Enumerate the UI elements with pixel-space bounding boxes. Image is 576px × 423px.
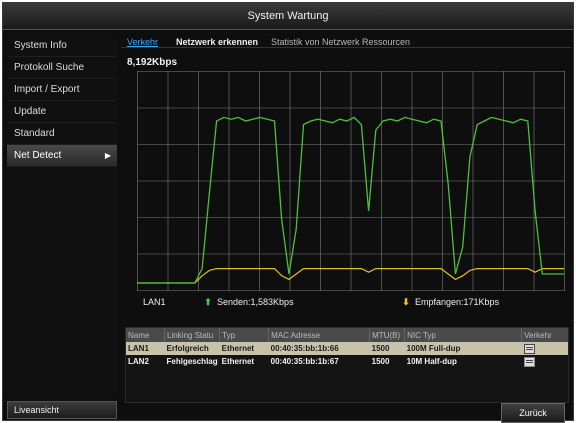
traffic-view-icon[interactable]: [523, 356, 535, 367]
legend-interface: LAN1: [143, 297, 166, 307]
back-button[interactable]: Zurück: [501, 403, 565, 423]
table-row[interactable]: LAN2 Fehlgeschlag Ethernet 00:40:35:bb:1…: [126, 355, 568, 368]
cell-traffic: [522, 355, 568, 368]
column-header: Typ: [219, 328, 270, 342]
traffic-graph: [137, 71, 565, 291]
sidebar-item-import-export[interactable]: Import / Export: [7, 79, 117, 101]
graph-grid: [137, 71, 565, 291]
column-header: Verkehr: [521, 328, 568, 342]
live-view-button[interactable]: Liveansicht: [7, 401, 117, 419]
sidebar-item-label: System Info: [14, 40, 67, 51]
sidebar-item-label: Import / Export: [14, 84, 80, 95]
sidebar: System Info Protokoll Suche Import / Exp…: [7, 35, 117, 397]
legend-send-text: Senden:1,583Kbps: [217, 297, 294, 307]
traffic-view-icon[interactable]: [523, 343, 535, 354]
cell-mac: 00:40:35:bb:1b:67: [270, 357, 339, 366]
interface-table: Name Linking Statu Typ MAC Adresse MTU(B…: [125, 327, 569, 403]
arrow-down-icon: ⬇: [402, 297, 410, 307]
sidebar-item-update[interactable]: Update: [7, 101, 117, 123]
tab-network-detect[interactable]: Netzwerk erkennen: [176, 37, 258, 47]
sidebar-item-system-info[interactable]: System Info: [7, 35, 117, 57]
send-series-line: [137, 116, 564, 284]
cell-nic: 100M Full-dup: [404, 342, 522, 355]
table-row[interactable]: LAN1 Erfolgreich Ethernet 00:40:35:bb:1b…: [126, 342, 568, 355]
sidebar-item-label: Standard: [14, 128, 55, 139]
cell-traffic: [521, 342, 568, 355]
tab-bar: Verkehr Netzwerk erkennen Statistik von …: [121, 35, 571, 51]
sidebar-item-label: Protokoll Suche: [14, 62, 85, 73]
window-title: System Wartung: [3, 3, 573, 30]
sidebar-item-net-detect[interactable]: Net Detect ▶: [7, 145, 117, 167]
cell-mtu: 1500: [371, 357, 390, 366]
tab-network-resource-statistics[interactable]: Statistik von Netzwerk Ressourcen: [271, 37, 410, 47]
cell-type: Ethernet: [221, 357, 255, 366]
system-maintenance-window: System Wartung System Info Protokoll Suc…: [2, 2, 574, 423]
column-header: Linking Statu: [164, 328, 221, 342]
sidebar-item-label: Net Detect: [14, 150, 62, 161]
cell-name: LAN2: [128, 357, 149, 366]
sidebar-item-default[interactable]: Standard: [7, 123, 117, 145]
graph-legend: LAN1 ⬆ Senden:1,583Kbps ⬇ Empfangen:171Kbp…: [137, 297, 565, 311]
legend-receive-text: Empfangen:171Kbps: [415, 297, 500, 307]
tab-traffic[interactable]: Verkehr: [127, 37, 158, 47]
cell-mac: 00:40:35:bb:1b:66: [268, 342, 370, 355]
column-header: MAC Adresse: [268, 328, 371, 342]
graph-max-label: 8,192Kbps: [127, 57, 178, 68]
legend-send: ⬆ Senden:1,583Kbps: [203, 297, 294, 308]
cell-mtu: 1500: [369, 342, 405, 355]
sidebar-item-log-search[interactable]: Protokoll Suche: [7, 57, 117, 79]
interface-table-grid: Name Linking Statu Typ MAC Adresse MTU(B…: [126, 328, 568, 368]
tab-divider: [121, 47, 571, 48]
arrow-up-icon: ⬆: [204, 297, 212, 307]
column-header: NIC Typ: [404, 328, 523, 342]
cell-type: Ethernet: [219, 342, 269, 355]
cell-status: Fehlgeschlag: [166, 357, 218, 366]
column-header: Name: [126, 328, 165, 342]
cell-name: LAN1: [126, 342, 165, 355]
content-panel: Verkehr Netzwerk erkennen Statistik von …: [121, 35, 571, 423]
cell-status: Erfolgreich: [164, 342, 220, 355]
sidebar-item-label: Update: [14, 106, 47, 117]
chevron-right-icon: ▶: [104, 151, 111, 160]
column-header: MTU(B): [369, 328, 406, 342]
legend-receive: ⬇ Empfangen:171Kbps: [401, 297, 499, 308]
table-header-row: Name Linking Statu Typ MAC Adresse MTU(B…: [126, 328, 568, 342]
cell-nic: 10M Half-dup: [406, 357, 457, 366]
